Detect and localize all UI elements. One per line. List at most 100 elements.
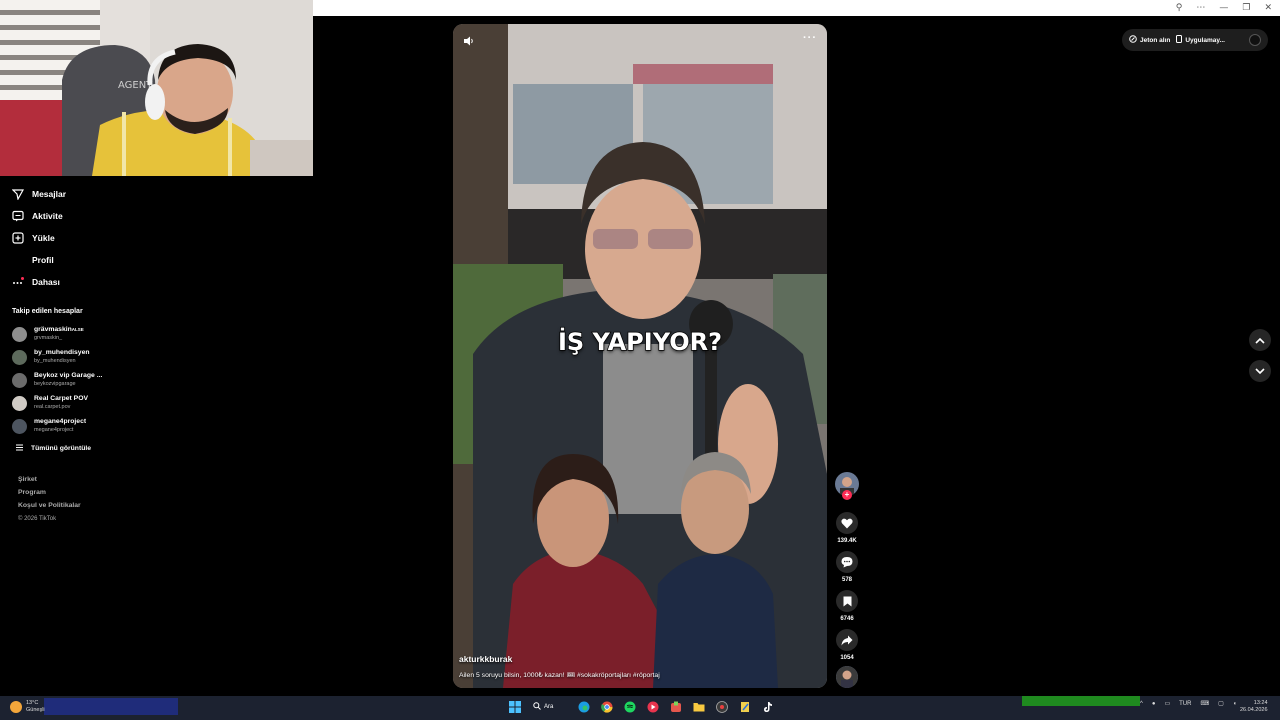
file-explorer-icon[interactable] xyxy=(690,698,707,716)
account-name: by_muhendisyen xyxy=(34,349,90,356)
phone-icon xyxy=(1176,35,1183,45)
account-handle: real.carpet.pov xyxy=(34,404,71,410)
account-handle: megane4project xyxy=(34,427,74,433)
share-button[interactable]: 1054 xyxy=(834,629,860,661)
account-handle: beykozvipgarage xyxy=(34,381,76,387)
taskbar-overlay-blue xyxy=(44,698,178,715)
footer-links: Şirket Program Koşul ve Politikalar © 20… xyxy=(18,476,81,523)
sidebar-item-label: Yükle xyxy=(32,233,55,243)
battery-icon[interactable]: ▭ xyxy=(1164,700,1170,707)
get-app-button[interactable]: Uygulamay... xyxy=(1176,35,1225,45)
monitor-icon[interactable]: ▢ xyxy=(1218,700,1224,707)
screen: ⚲ ⋯ — ❐ ✕ AGENT Mesajlar Aktivite Yükle … xyxy=(0,0,1280,720)
webcam-image: AGENT xyxy=(0,0,313,176)
sidebar-item-messages[interactable]: Mesajlar xyxy=(12,185,66,203)
account-name: Real Carpet POV xyxy=(34,395,89,402)
follow-plus-icon[interactable]: + xyxy=(842,490,852,500)
sidebar-item-label: Dahası xyxy=(32,277,60,287)
list-icon xyxy=(16,444,23,453)
avatar xyxy=(12,418,27,434)
footer-link-company[interactable]: Şirket xyxy=(18,476,81,484)
menu-dots-icon[interactable]: ⋯ xyxy=(1196,2,1205,14)
sidebar-item-upload[interactable]: Yükle xyxy=(12,229,55,247)
sun-icon xyxy=(10,701,22,713)
comment-button[interactable]: 578 xyxy=(834,551,860,583)
settings-app-icon[interactable] xyxy=(713,698,730,716)
followed-account-item[interactable]: Beykoz vip Garage ... beykozvipgarage xyxy=(12,372,122,388)
followed-account-item[interactable]: Real Carpet POV real.carpet.pov xyxy=(12,395,122,411)
account-handle: grvmaskin_ xyxy=(34,335,63,341)
sidebar-item-label: Profil xyxy=(32,255,54,265)
profile-avatar-button[interactable] xyxy=(1249,34,1261,46)
sidebar: Mesajlar Aktivite Yükle Profil Dahası Ta… xyxy=(0,176,130,696)
speaker-icon[interactable]: ◖ xyxy=(1233,701,1237,707)
volume-icon[interactable] xyxy=(463,34,475,52)
see-all-button[interactable]: Tümünü görüntüle xyxy=(16,444,91,453)
account-name: grävmaskinALSE xyxy=(34,326,84,333)
followed-account-item[interactable]: by_muhendisyen by_muhendisyen xyxy=(12,349,122,365)
video-username[interactable]: akturkkburak xyxy=(459,654,512,664)
sound-disc-button[interactable] xyxy=(834,666,860,688)
video-player[interactable]: ··· İŞ YAPIYOR? akturkkburak Ailen 5 sor… xyxy=(453,24,827,688)
keyboard-icon[interactable]: ⌨ xyxy=(1200,700,1209,707)
system-tray: ^ ● ▭ TUR ⌨ ▢ ◖ xyxy=(1140,700,1237,708)
windows-start-icon[interactable] xyxy=(506,698,523,716)
heart-icon xyxy=(836,512,858,534)
weather-widget[interactable]: 13°C Güneşli xyxy=(10,700,45,714)
notepad-icon[interactable] xyxy=(736,698,753,716)
share-count: 1054 xyxy=(840,655,854,661)
translate-icon[interactable]: ⚲ xyxy=(1176,2,1183,14)
footer-link-terms[interactable]: Koşul ve Politikalar xyxy=(18,502,81,510)
chrome-browser-icon[interactable] xyxy=(598,698,615,716)
tiktok-app-icon[interactable] xyxy=(759,698,776,716)
chevron-up-icon[interactable]: ^ xyxy=(1140,701,1143,707)
followed-accounts-title: Takip edilen hesaplar xyxy=(12,308,83,315)
browser-titlebar: ⚲ ⋯ — ❐ ✕ xyxy=(313,0,1280,16)
coin-icon xyxy=(1129,35,1137,45)
edge-browser-icon[interactable] xyxy=(575,698,592,716)
like-button[interactable]: 139.4K xyxy=(834,512,860,544)
window-controls: ⚲ ⋯ — ❐ ✕ xyxy=(1176,2,1272,14)
clock-time: 13:24 xyxy=(1253,700,1268,706)
search-icon xyxy=(533,702,541,712)
upload-icon xyxy=(12,232,24,244)
game-app-icon[interactable] xyxy=(667,698,684,716)
video-caption-overlay: İŞ YAPIYOR? xyxy=(557,327,723,357)
video-frame xyxy=(453,24,827,688)
account-name: megane4project xyxy=(34,418,87,425)
sidebar-item-more[interactable]: Dahası xyxy=(12,273,60,291)
get-coins-button[interactable]: Jeton alın xyxy=(1129,35,1170,45)
more-options-icon[interactable]: ··· xyxy=(803,33,817,44)
followed-account-item[interactable]: grävmaskinALSE grvmaskin_ xyxy=(12,326,122,342)
get-coins-label: Jeton alın xyxy=(1140,36,1171,44)
minimize-button[interactable]: — xyxy=(1219,2,1228,14)
avatar xyxy=(12,395,27,411)
comment-icon xyxy=(836,551,858,573)
sidebar-item-label: Aktivite xyxy=(32,211,63,221)
sidebar-item-activity[interactable]: Aktivite xyxy=(12,207,63,225)
taskbar-apps: Ara xyxy=(506,698,776,716)
restore-button[interactable]: ❐ xyxy=(1242,2,1250,14)
close-button[interactable]: ✕ xyxy=(1264,2,1272,14)
creator-avatar-button[interactable]: + xyxy=(834,472,860,500)
chevron-down-icon xyxy=(1255,362,1265,380)
previous-video-button[interactable] xyxy=(1249,329,1271,351)
bookmark-button[interactable]: 6746 xyxy=(834,590,860,622)
copyright-text: © 2026 TikTok xyxy=(18,516,57,522)
followed-account-item[interactable]: megane4project megane4project xyxy=(12,418,122,434)
spotify-icon[interactable] xyxy=(621,698,638,716)
see-all-label: Tümünü görüntüle xyxy=(31,445,92,452)
footer-link-program[interactable]: Program xyxy=(18,489,81,497)
sidebar-item-profile[interactable]: Profil xyxy=(12,251,54,269)
top-right-actions: Jeton alın Uygulamay... xyxy=(1122,29,1268,51)
language-indicator[interactable]: TUR xyxy=(1179,701,1191,707)
search-label: Ara xyxy=(544,704,554,710)
taskbar-clock[interactable]: 13:24 26.04.2026 xyxy=(1240,700,1268,714)
like-count: 139.4K xyxy=(837,538,857,544)
next-video-button[interactable] xyxy=(1249,360,1271,382)
avatar xyxy=(12,326,27,342)
media-player-icon[interactable] xyxy=(644,698,661,716)
video-description: Ailen 5 soruyu bilsin, 1000₺ kazan! 🎟 #s… xyxy=(459,672,660,679)
taskbar-search[interactable]: Ara xyxy=(529,698,569,716)
sidebar-item-label: Mesajlar xyxy=(32,189,67,199)
